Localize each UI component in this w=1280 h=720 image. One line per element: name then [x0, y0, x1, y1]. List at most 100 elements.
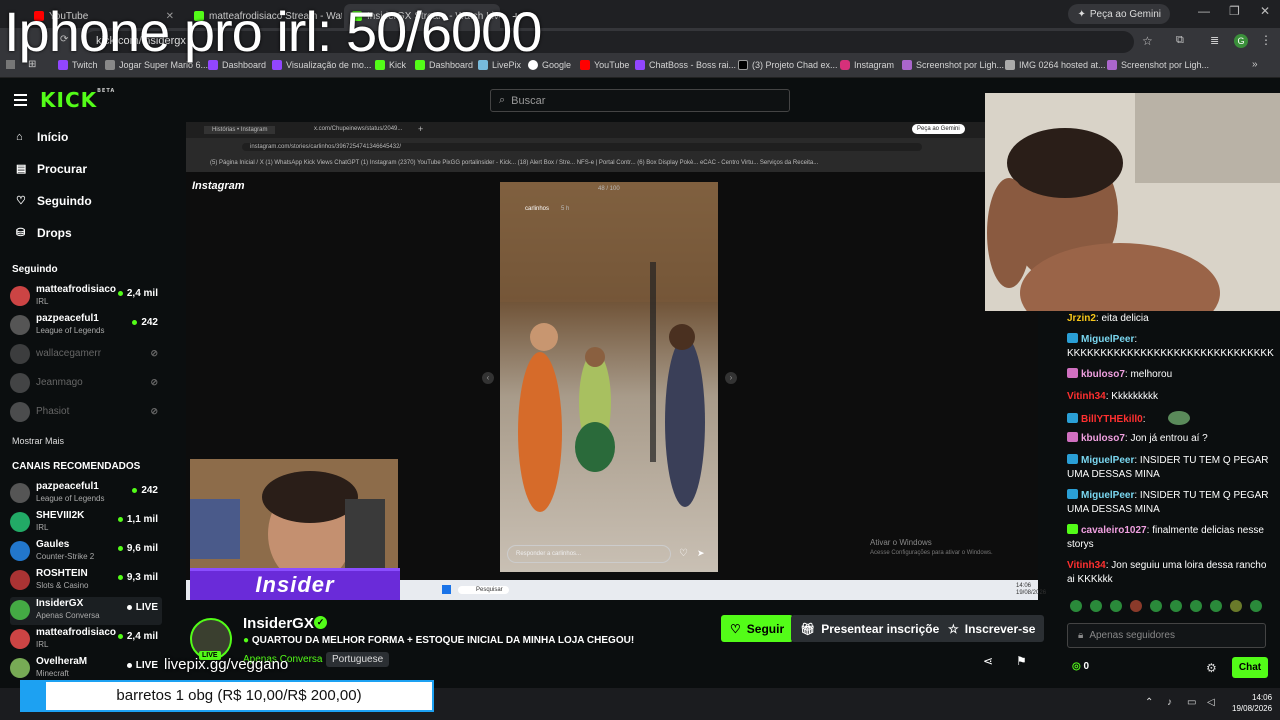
nav-inicio[interactable]: ⌂ Início: [16, 130, 68, 144]
story-photo: [500, 182, 718, 512]
language-tag[interactable]: Portuguese: [326, 652, 390, 667]
nav-seguindo[interactable]: ♡ Seguindo: [16, 194, 92, 208]
bookmark-youtube[interactable]: YouTube: [580, 60, 629, 70]
points-icon: ◎: [1072, 661, 1081, 672]
chat-message: cavaleiro1027: finalmente delicias nesse…: [1067, 524, 1264, 550]
follow-button[interactable]: ♡ Seguir: [721, 615, 794, 642]
offline-icon: ⊘: [150, 406, 158, 416]
nav-drops[interactable]: ⛁ Drops: [16, 226, 72, 240]
emote-icon[interactable]: [1130, 600, 1142, 612]
following-title: Seguindo: [12, 264, 58, 275]
story-prev-icon[interactable]: ‹: [482, 372, 494, 384]
menu-icon[interactable]: [14, 94, 27, 106]
following-channel-offline[interactable]: Jeanmago ⊘: [10, 370, 162, 398]
avatar: [10, 629, 30, 649]
bookmark-screenshot-2[interactable]: Screenshot por Ligh...: [1107, 60, 1209, 70]
instagram-icon: [840, 60, 850, 70]
subscribe-button[interactable]: ☆ Inscrever-se: [939, 615, 1045, 642]
page-icon: [1005, 60, 1015, 70]
system-clock[interactable]: 14:06 19/08/2026: [1232, 692, 1272, 714]
recommended-channel[interactable]: Gaules Counter-Strike 2 9,6 mil: [10, 538, 162, 566]
minimize-icon[interactable]: —: [1198, 4, 1210, 18]
emote-icon[interactable]: [1250, 600, 1262, 612]
subscriber-badge-icon: [1067, 413, 1078, 423]
show-more-link[interactable]: Mostrar Mais: [12, 436, 64, 446]
emote-icon[interactable]: [1190, 600, 1202, 612]
chat-message: MiguelPeer: KKKKKKKKKKKKKKKKKKKKKKKKKKKK…: [1067, 333, 1274, 359]
nav-procurar[interactable]: ▤ Procurar: [16, 162, 87, 176]
gear-icon[interactable]: ⚙: [1206, 661, 1217, 675]
subscriber-badge-icon: [1067, 524, 1078, 534]
close-window-icon[interactable]: ✕: [1260, 4, 1270, 18]
youtube-icon: [580, 60, 590, 70]
bookmark-instagram[interactable]: Instagram: [840, 60, 894, 70]
recommended-channel[interactable]: SHEVIII2K IRL 1,1 mil: [10, 509, 162, 537]
bookmark-screenshot[interactable]: Screenshot por Ligh...: [902, 60, 1004, 70]
network-icon[interactable]: ▭: [1187, 697, 1196, 708]
lightshot-icon: [902, 60, 912, 70]
subscriber-badge-icon: [1067, 454, 1078, 464]
volume-icon[interactable]: ◁: [1207, 697, 1215, 708]
bookmark-img[interactable]: IMG 0264 hosted at...: [1005, 60, 1106, 70]
send-chat-button[interactable]: Chat: [1232, 657, 1268, 678]
channel-points[interactable]: ◎ 0: [1072, 661, 1089, 672]
subscriber-badge-icon: [1067, 368, 1078, 378]
windows-activation-text: Ativar o Windows: [870, 538, 932, 547]
bookmark-x[interactable]: (3) Projeto Chad ex...: [738, 60, 838, 70]
gemini-button[interactable]: ✦ Peça ao Gemini: [1068, 4, 1170, 24]
emote-icon[interactable]: [1230, 600, 1242, 612]
more-bookmarks-icon[interactable]: »: [1252, 59, 1258, 70]
like-icon[interactable]: ♡: [679, 548, 688, 559]
following-channel-offline[interactable]: wallacegamerr ⊘: [10, 341, 162, 369]
search-input[interactable]: ⌕ Buscar: [490, 89, 790, 112]
chat-message: Vitinh34: Jon seguiu uma loira dessa ran…: [1067, 560, 1267, 585]
offline-icon: ⊘: [150, 348, 158, 358]
bookmark-star-icon[interactable]: ☆: [1142, 34, 1153, 48]
recommended-channel[interactable]: pazpeaceful1 League of Legends 242: [10, 480, 162, 508]
chat-message: Vitinh34: Kkkkkkkkk: [1067, 391, 1158, 402]
chat-message: BillYTHEkill0:: [1067, 411, 1272, 427]
streamer-name[interactable]: InsiderGX: [243, 615, 314, 632]
emote-icon[interactable]: [1070, 600, 1082, 612]
search-icon: ⌕: [499, 94, 506, 106]
extensions-icon[interactable]: ⧉: [1176, 34, 1184, 47]
tray-chevron-icon[interactable]: ⌃: [1145, 697, 1153, 708]
facecam-illustration: [985, 93, 1280, 311]
avatar: [10, 483, 30, 503]
title-emoji-icon: ●: [243, 635, 252, 646]
emote-icon[interactable]: [1150, 600, 1162, 612]
twitch-icon: [635, 60, 645, 70]
following-channel[interactable]: matteafrodisiaco IRL 2,4 mil: [10, 283, 162, 311]
bookmark-chatboss[interactable]: ChatBoss - Boss rai...: [635, 60, 736, 70]
chat-input[interactable]: 🔒︎ Apenas seguidores: [1067, 623, 1266, 648]
emote-icon: [1168, 411, 1191, 425]
emote-icon[interactable]: [1110, 600, 1122, 612]
recommended-channel-active[interactable]: InsiderGX Apenas Conversa LIVE: [10, 597, 162, 625]
browser-menu-icon[interactable]: ⋮: [1260, 33, 1272, 47]
avatar: [10, 658, 30, 678]
maximize-icon[interactable]: ❐: [1229, 4, 1240, 18]
gift-subs-button[interactable]: 🎁︎ Presentear inscrições: [791, 615, 955, 642]
microphone-icon[interactable]: ♪: [1167, 697, 1172, 708]
emote-icon[interactable]: [1090, 600, 1102, 612]
following-channel[interactable]: pazpeaceful1 League of Legends 242: [10, 312, 162, 340]
reading-list-icon[interactable]: ≣: [1210, 34, 1219, 47]
lock-icon: 🔒︎: [1078, 630, 1084, 641]
avatar: [10, 315, 30, 335]
emote-icon[interactable]: [1210, 600, 1222, 612]
story-reply-input[interactable]: Responder a carlinhos...: [507, 545, 671, 563]
recommended-channel[interactable]: OvelheraM Minecraft LIVE: [10, 655, 162, 683]
recommended-channel[interactable]: matteafrodisiaco IRL 2,4 mil: [10, 626, 162, 654]
recommended-channel[interactable]: ROSHTEIN Slots & Casino 9,3 mil: [10, 567, 162, 595]
report-icon[interactable]: ⚑: [1016, 654, 1027, 668]
profile-avatar[interactable]: G: [1234, 34, 1248, 48]
recommended-title: CANAIS RECOMENDADOS: [12, 461, 141, 472]
following-channel-offline[interactable]: Phasiot ⊘: [10, 399, 162, 427]
emote-icon[interactable]: [1170, 600, 1182, 612]
story-next-icon[interactable]: ›: [725, 372, 737, 384]
kick-logo[interactable]: KICKBETA: [40, 88, 115, 112]
send-icon[interactable]: ➤: [697, 548, 705, 559]
story-image: [500, 182, 718, 572]
share-icon[interactable]: ⋖: [983, 654, 993, 668]
chat-message: MiguelPeer: INSIDER TU TEM Q PEGAR UMA D…: [1067, 454, 1269, 480]
